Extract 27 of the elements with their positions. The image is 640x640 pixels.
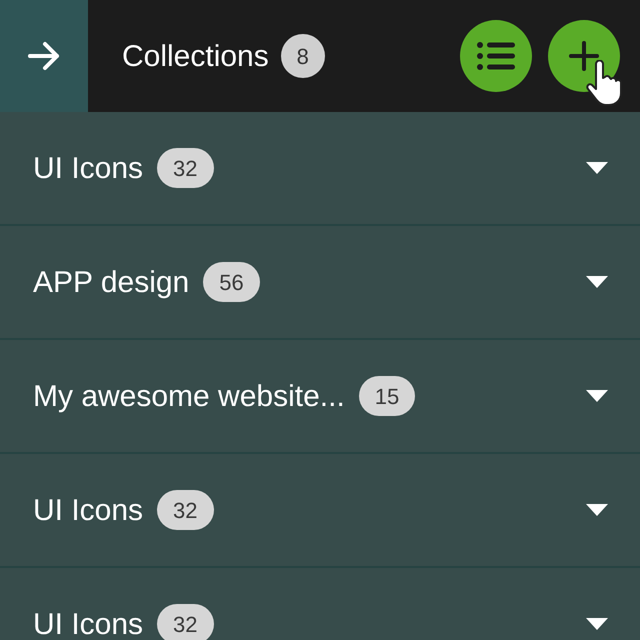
header-title: Collections xyxy=(122,38,269,74)
caret-down-icon xyxy=(586,618,608,630)
collection-row[interactable]: My awesome website... 15 xyxy=(0,340,640,454)
collection-name: My awesome website... xyxy=(33,378,345,414)
list-icon xyxy=(477,42,515,70)
collection-row[interactable]: APP design 56 xyxy=(0,226,640,340)
collection-name: UI Icons xyxy=(33,492,144,528)
count-badge: 56 xyxy=(203,262,260,302)
collection-name: APP design xyxy=(33,264,190,300)
collection-row[interactable]: UI Icons 32 xyxy=(0,454,640,568)
collection-name: UI Icons xyxy=(33,606,144,640)
count-badge: 8 xyxy=(280,34,325,78)
collection-name: UI Icons xyxy=(33,150,144,186)
count-badge: 32 xyxy=(157,490,214,530)
caret-down-icon xyxy=(586,390,608,402)
count-badge: 32 xyxy=(157,604,214,640)
back-button[interactable] xyxy=(0,0,88,112)
collection-row[interactable]: UI Icons 32 xyxy=(0,112,640,226)
count-badge: 32 xyxy=(157,148,214,188)
collection-row[interactable]: UI Icons 32 xyxy=(0,568,640,640)
arrow-right-icon xyxy=(27,41,61,71)
caret-down-icon xyxy=(586,276,608,288)
count-badge: 15 xyxy=(358,376,416,416)
caret-down-icon xyxy=(586,504,608,516)
caret-down-icon xyxy=(586,162,608,174)
plus-icon xyxy=(569,41,599,71)
hand-cursor-icon xyxy=(586,60,622,106)
